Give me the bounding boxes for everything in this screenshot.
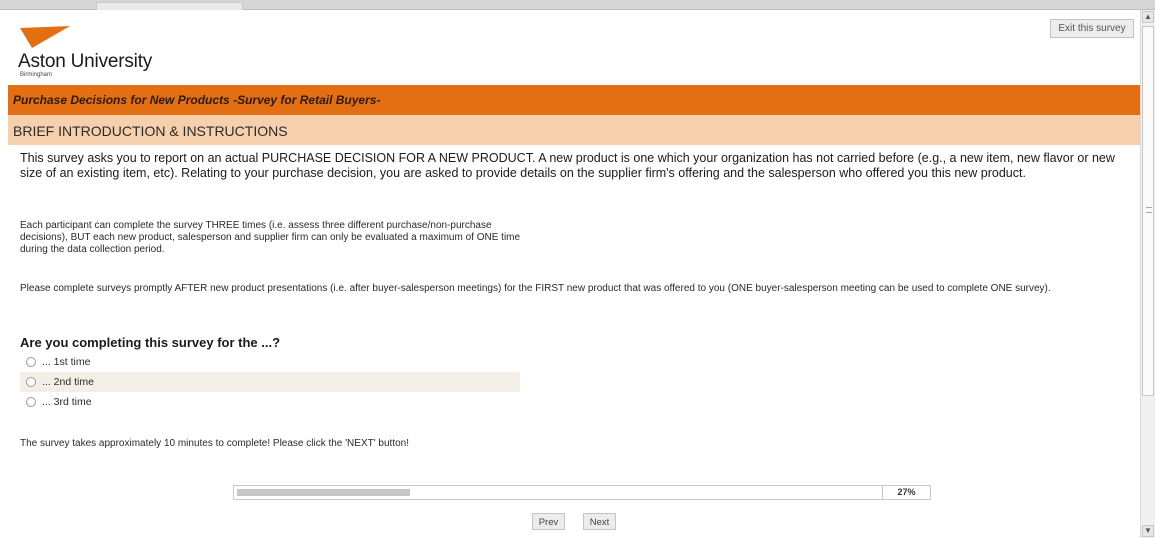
browser-tab[interactable]	[96, 2, 243, 10]
progress-fill	[237, 489, 410, 496]
radio-button[interactable]	[26, 357, 36, 367]
next-button[interactable]: Next	[583, 513, 616, 530]
section-header-bar: BRIEF INTRODUCTION & INSTRUCTIONS	[8, 115, 1141, 145]
answer-options: ... 1st time ... 2nd time ... 3rd time	[20, 352, 520, 412]
grip-icon	[1146, 207, 1152, 213]
closing-text: The survey takes approximately 10 minute…	[20, 438, 409, 449]
vertical-scrollbar[interactable]: ▲ ▼	[1140, 10, 1155, 538]
section-title: BRIEF INTRODUCTION & INSTRUCTIONS	[13, 123, 288, 139]
scroll-down-icon[interactable]: ▼	[1142, 525, 1154, 537]
survey-title-bar: Purchase Decisions for New Products -Sur…	[8, 85, 1141, 115]
logo-subtitle: Birmingham	[20, 72, 53, 78]
option-label: ... 3rd time	[42, 396, 92, 408]
radio-button[interactable]	[26, 397, 36, 407]
progress-bar: 27%	[233, 485, 931, 500]
logo-name: Aston University	[18, 51, 153, 72]
participation-paragraph: Each participant can complete the survey…	[20, 220, 521, 255]
progress-percent: 27%	[897, 487, 916, 497]
survey-title: Purchase Decisions for New Products -Sur…	[13, 93, 381, 107]
timing-paragraph: Please complete surveys promptly AFTER n…	[20, 283, 1051, 294]
scrollbar-thumb[interactable]	[1142, 26, 1154, 396]
progress-track	[237, 489, 877, 496]
exit-survey-button[interactable]: Exit this survey	[1050, 19, 1134, 38]
option-1st-time[interactable]: ... 1st time	[20, 352, 520, 372]
question-title: Are you completing this survey for the .…	[20, 335, 281, 350]
radio-button[interactable]	[26, 377, 36, 387]
scroll-up-icon[interactable]: ▲	[1142, 11, 1154, 23]
prev-button[interactable]: Prev	[532, 513, 565, 530]
aston-logo-mark-icon	[20, 26, 70, 48]
option-label: ... 1st time	[42, 356, 91, 368]
option-2nd-time[interactable]: ... 2nd time	[20, 372, 520, 392]
option-3rd-time[interactable]: ... 3rd time	[20, 392, 520, 412]
option-label: ... 2nd time	[42, 376, 94, 388]
browser-top-strip	[0, 0, 1155, 10]
aston-logo: Aston University Birmingham	[18, 26, 168, 78]
intro-paragraph: This survey asks you to report on an act…	[20, 151, 1115, 180]
survey-page: Aston University Birmingham Exit this su…	[8, 10, 1141, 538]
